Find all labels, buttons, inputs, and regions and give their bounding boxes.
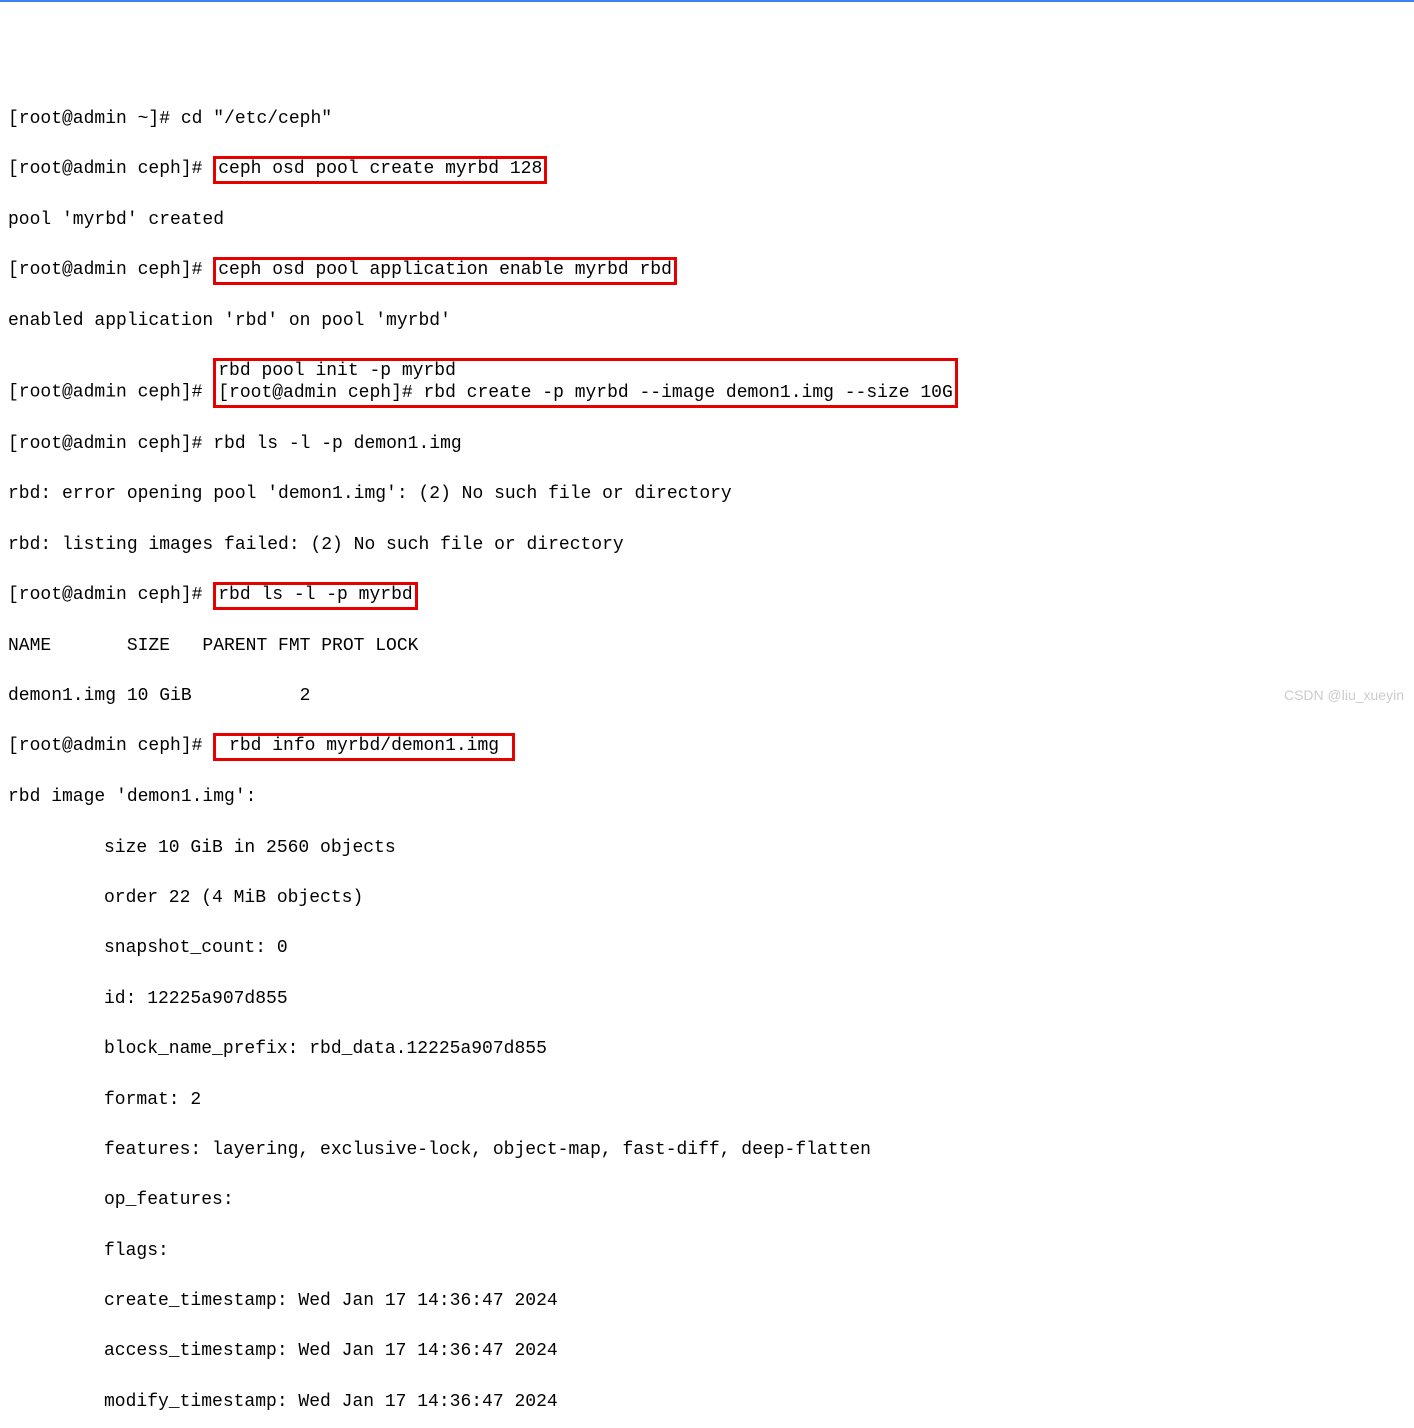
rbd-info-size: size 10 GiB in 2560 objects [8, 836, 1406, 861]
terminal-line: [root@admin ceph]# rbd ls -l -p demon1.i… [8, 432, 1406, 457]
command: cd "/etc/ceph" [181, 109, 332, 129]
prompt: [root@admin ~]# [8, 109, 181, 129]
terminal-line: [root@admin ceph]# ceph osd pool applica… [8, 258, 1406, 284]
terminal-output: rbd: error opening pool 'demon1.img': (2… [8, 482, 1406, 507]
prompt: [root@admin ceph]# [218, 383, 423, 403]
highlighted-command: ceph osd pool application enable myrbd r… [213, 257, 677, 285]
terminal-line: [root@admin ceph]# ceph osd pool create … [8, 157, 1406, 183]
terminal-output: rbd: listing images failed: (2) No such … [8, 533, 1406, 558]
prompt: [root@admin ceph]# [8, 383, 213, 403]
prompt: [root@admin ceph]# [8, 585, 213, 605]
terminal-output: NAME SIZE PARENT FMT PROT LOCK [8, 634, 1406, 659]
rbd-info-snapshot-count: snapshot_count: 0 [8, 936, 1406, 961]
rbd-info-block-prefix: block_name_prefix: rbd_data.12225a907d85… [8, 1037, 1406, 1062]
terminal-line: [root@admin ceph]# rbd pool init -p myrb… [8, 359, 1406, 406]
terminal-output: rbd image 'demon1.img': [8, 785, 1406, 810]
rbd-info-flags: flags: [8, 1239, 1406, 1264]
rbd-info-format: format: 2 [8, 1088, 1406, 1113]
highlighted-command: ceph osd pool create myrbd 128 [213, 156, 547, 184]
prompt: [root@admin ceph]# [8, 159, 213, 179]
prompt: [root@admin ceph]# [8, 434, 213, 454]
prompt: [root@admin ceph]# [8, 736, 213, 756]
rbd-info-order: order 22 (4 MiB objects) [8, 886, 1406, 911]
rbd-info-modify-timestamp: modify_timestamp: Wed Jan 17 14:36:47 20… [8, 1390, 1406, 1415]
rbd-info-features: features: layering, exclusive-lock, obje… [8, 1138, 1406, 1163]
highlighted-command: rbd pool init -p myrbd[root@admin ceph]#… [213, 358, 958, 407]
terminal-line: [root@admin ceph]# rbd ls -l -p myrbd [8, 583, 1406, 609]
terminal-output: enabled application 'rbd' on pool 'myrbd… [8, 309, 1406, 334]
rbd-info-access-timestamp: access_timestamp: Wed Jan 17 14:36:47 20… [8, 1339, 1406, 1364]
terminal-output: pool 'myrbd' created [8, 208, 1406, 233]
watermark: CSDN @liu_xueyin [1284, 686, 1404, 706]
highlighted-command: rbd ls -l -p myrbd [213, 582, 417, 610]
highlighted-command: rbd info myrbd/demon1.img [213, 733, 515, 761]
rbd-info-create-timestamp: create_timestamp: Wed Jan 17 14:36:47 20… [8, 1289, 1406, 1314]
terminal-line: [root@admin ~]# cd "/etc/ceph" [8, 107, 1406, 132]
rbd-info-op-features: op_features: [8, 1188, 1406, 1213]
rbd-info-id: id: 12225a907d855 [8, 987, 1406, 1012]
terminal-line: [root@admin ceph]# rbd info myrbd/demon1… [8, 734, 1406, 760]
command: rbd ls -l -p demon1.img [213, 434, 461, 454]
prompt: [root@admin ceph]# [8, 260, 213, 280]
terminal-output: demon1.img 10 GiB 2 [8, 684, 1406, 709]
